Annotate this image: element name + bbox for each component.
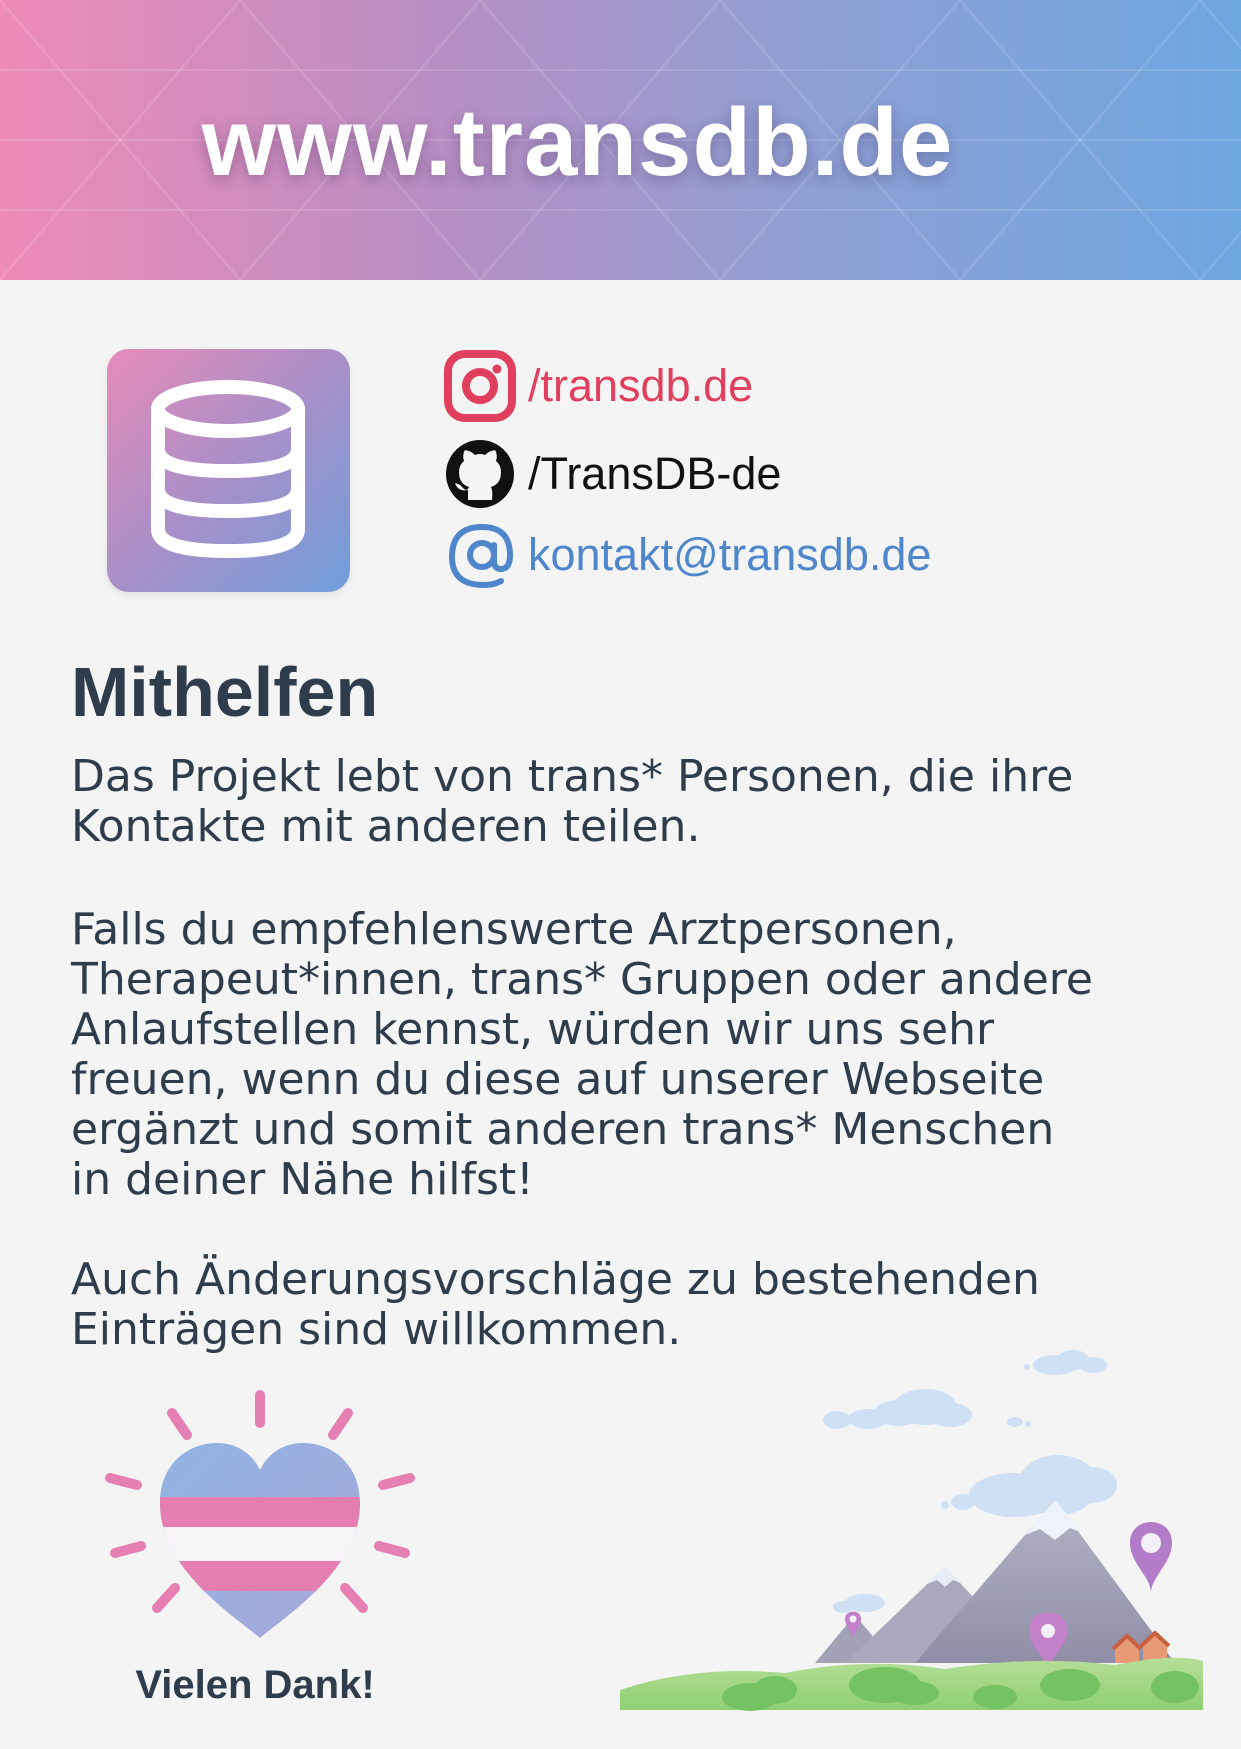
github-icon <box>446 440 514 508</box>
paragraph-intro: Das Projekt lebt von trans* Personen, di… <box>71 751 1074 852</box>
header-banner: www.transdb.de <box>0 0 1241 280</box>
email-address[interactable]: kontakt@transdb.de <box>528 529 931 581</box>
email-link[interactable]: kontakt@transdb.de <box>444 518 931 592</box>
instagram-link[interactable]: /transdb.de <box>444 349 753 423</box>
thanks-label: Vielen Dank! <box>135 1663 375 1707</box>
at-icon <box>448 523 514 589</box>
instagram-icon <box>444 350 516 422</box>
paragraph-suggestions: Auch Änderungsvorschläge zu bestehenden … <box>71 1254 1040 1355</box>
logo-tile <box>107 349 350 592</box>
github-link[interactable]: /TransDB-de <box>444 437 781 511</box>
section-title: Mithelfen <box>71 653 379 731</box>
instagram-handle[interactable]: /transdb.de <box>528 360 753 412</box>
github-handle[interactable]: /TransDB-de <box>528 448 781 500</box>
site-url[interactable]: www.transdb.de <box>0 88 1155 198</box>
database-icon <box>151 380 305 559</box>
mountain-landscape-icon <box>620 1350 1203 1711</box>
trans-flag-heart-icon <box>105 1390 415 1638</box>
paragraph-call-to-action: Falls du empfehlenswerte Arztpersonen, T… <box>71 904 1093 1205</box>
